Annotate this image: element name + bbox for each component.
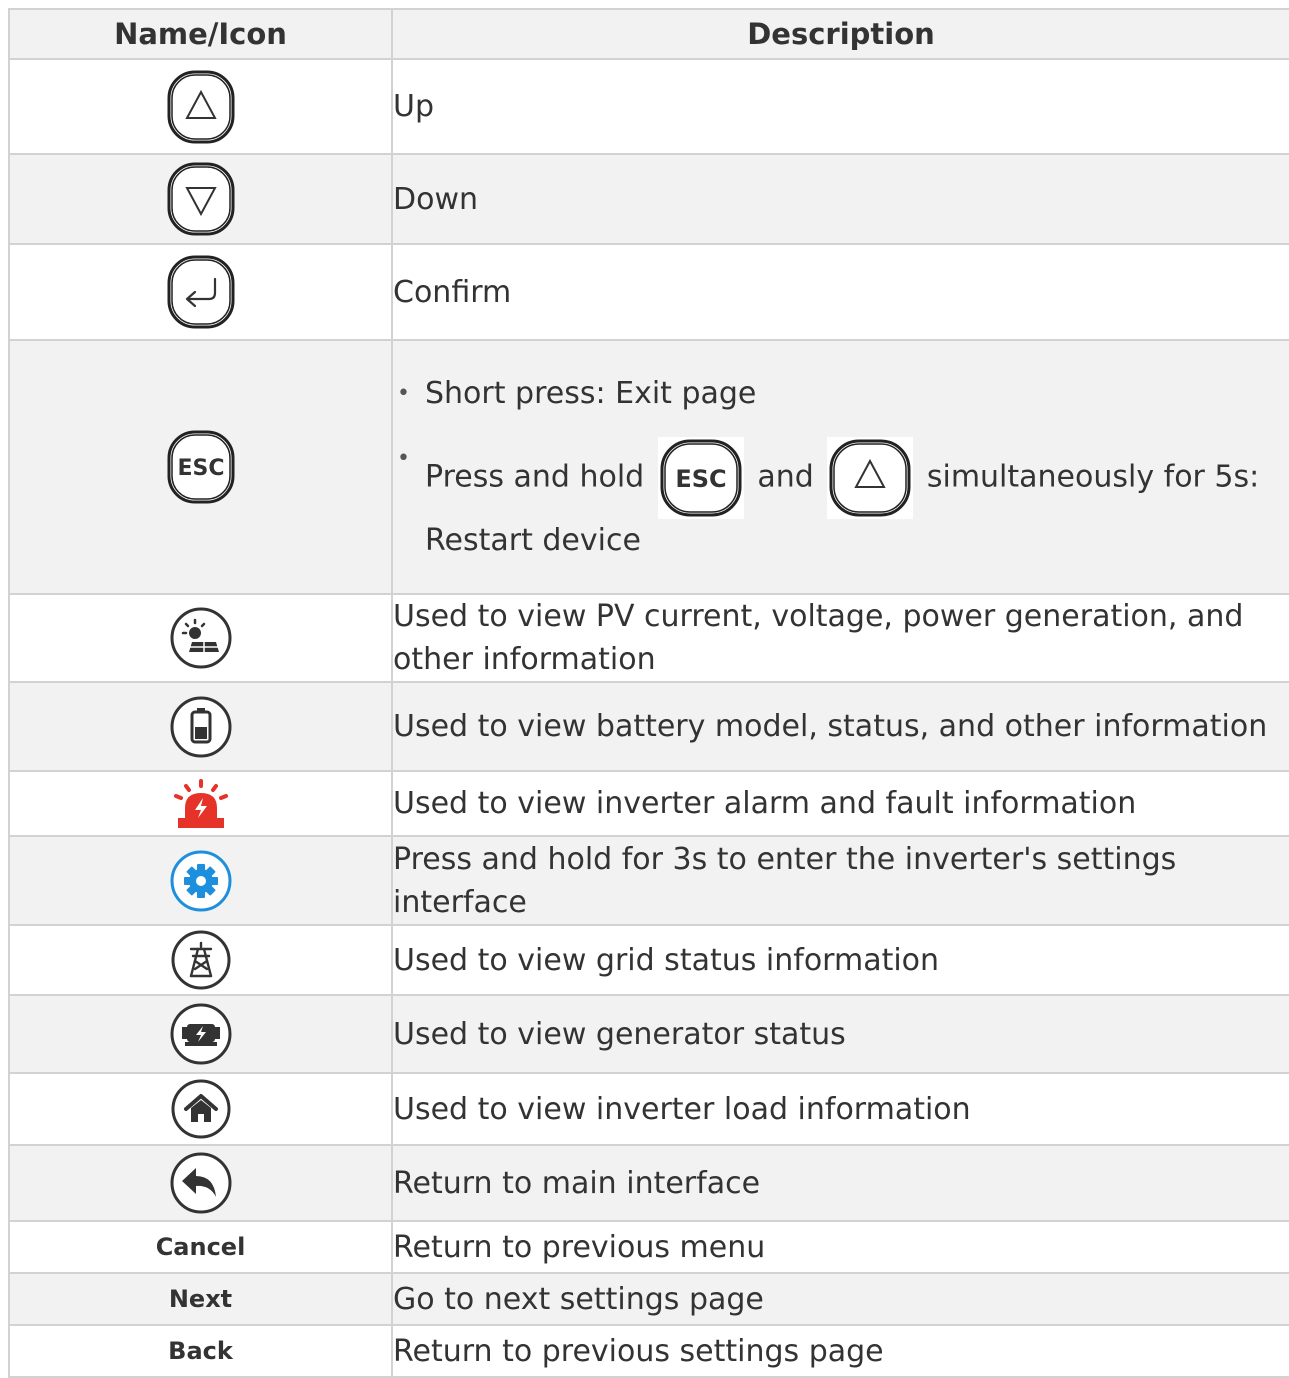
row-description: Press and hold for 3s to enter the inver… xyxy=(391,835,1289,926)
header-name-icon: Name/Icon xyxy=(8,8,393,60)
up-arrow-key-icon xyxy=(165,68,237,146)
return-arrow-icon xyxy=(168,1151,234,1215)
esc-key-icon: ESC xyxy=(165,428,237,506)
table-row: Used to view inverter load information xyxy=(8,1072,1289,1146)
list-item: Short press: Exit page xyxy=(393,372,1289,415)
key-name-next: Next xyxy=(8,1272,393,1326)
gear-icon xyxy=(168,849,234,913)
table-row: ESC Short press: Exit page Press and hol… xyxy=(8,339,1289,595)
row-description: Used to view generator status xyxy=(391,994,1289,1074)
row-description: Return to previous menu xyxy=(391,1220,1289,1274)
table-row: Return to main interface xyxy=(8,1144,1289,1222)
enter-key-icon xyxy=(165,253,237,331)
pv-sun-panel-icon xyxy=(168,606,234,670)
header-description: Description xyxy=(391,8,1289,60)
down-arrow-key-icon xyxy=(165,160,237,238)
generator-icon xyxy=(168,1002,234,1066)
svg-text:ESC: ESC xyxy=(675,465,726,493)
row-description: Used to view PV current, voltage, power … xyxy=(391,593,1289,683)
key-description-table: Name/Icon Description Up Down Confirm ES… xyxy=(8,8,1289,1378)
row-description: Return to main interface xyxy=(391,1144,1289,1222)
row-description: Return to previous settings page xyxy=(391,1324,1289,1378)
row-description: Down xyxy=(391,153,1289,245)
alarm-siren-icon xyxy=(172,778,230,830)
table-row: Up xyxy=(8,58,1289,155)
up-arrow-key-icon xyxy=(827,437,914,519)
row-description: Go to next settings page xyxy=(391,1272,1289,1326)
battery-icon xyxy=(168,695,234,759)
table-row: Used to view PV current, voltage, power … xyxy=(8,593,1289,683)
row-description: Used to view inverter alarm and fault in… xyxy=(391,770,1289,837)
table-row: Confirm xyxy=(8,243,1289,341)
key-name-cancel: Cancel xyxy=(8,1220,393,1274)
table-row: Press and hold for 3s to enter the inver… xyxy=(8,835,1289,926)
table-row: Used to view inverter alarm and fault in… xyxy=(8,770,1289,837)
row-description: Confirm xyxy=(391,243,1289,341)
svg-text:ESC: ESC xyxy=(177,456,224,481)
grid-tower-icon xyxy=(170,929,232,991)
table-row: Used to view battery model, status, and … xyxy=(8,681,1289,772)
row-description: Used to view battery model, status, and … xyxy=(391,681,1289,772)
key-name-back: Back xyxy=(8,1324,393,1378)
table-row: Used to view generator status xyxy=(8,994,1289,1074)
row-description: Up xyxy=(391,58,1289,155)
table-row: Back Return to previous settings page xyxy=(8,1324,1289,1378)
table-row: Used to view grid status information xyxy=(8,924,1289,996)
esc-key-icon: ESC xyxy=(657,437,744,519)
esc-description-list: Short press: Exit page Press and hold ES… xyxy=(393,372,1289,562)
table-row: Down xyxy=(8,153,1289,245)
list-item: Press and hold ESC and xyxy=(393,437,1289,562)
row-description: Used to view grid status information xyxy=(391,924,1289,996)
row-description: Used to view inverter load information xyxy=(391,1072,1289,1146)
table-header-row: Name/Icon Description xyxy=(8,8,1289,60)
table-row: Next Go to next settings page xyxy=(8,1272,1289,1326)
home-icon xyxy=(170,1078,232,1140)
table-row: Cancel Return to previous menu xyxy=(8,1220,1289,1274)
